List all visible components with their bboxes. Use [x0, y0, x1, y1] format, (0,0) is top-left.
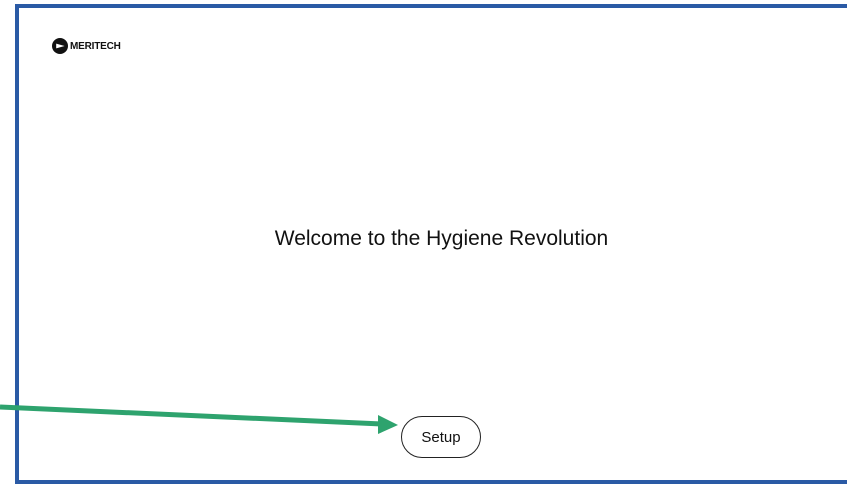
meritech-logo-icon	[52, 38, 68, 54]
brand-name: MERITECH	[70, 40, 121, 52]
welcome-title: Welcome to the Hygiene Revolution	[274, 227, 609, 250]
setup-button[interactable]: Setup	[401, 416, 481, 458]
brand-logo: MERITECH	[52, 38, 121, 54]
